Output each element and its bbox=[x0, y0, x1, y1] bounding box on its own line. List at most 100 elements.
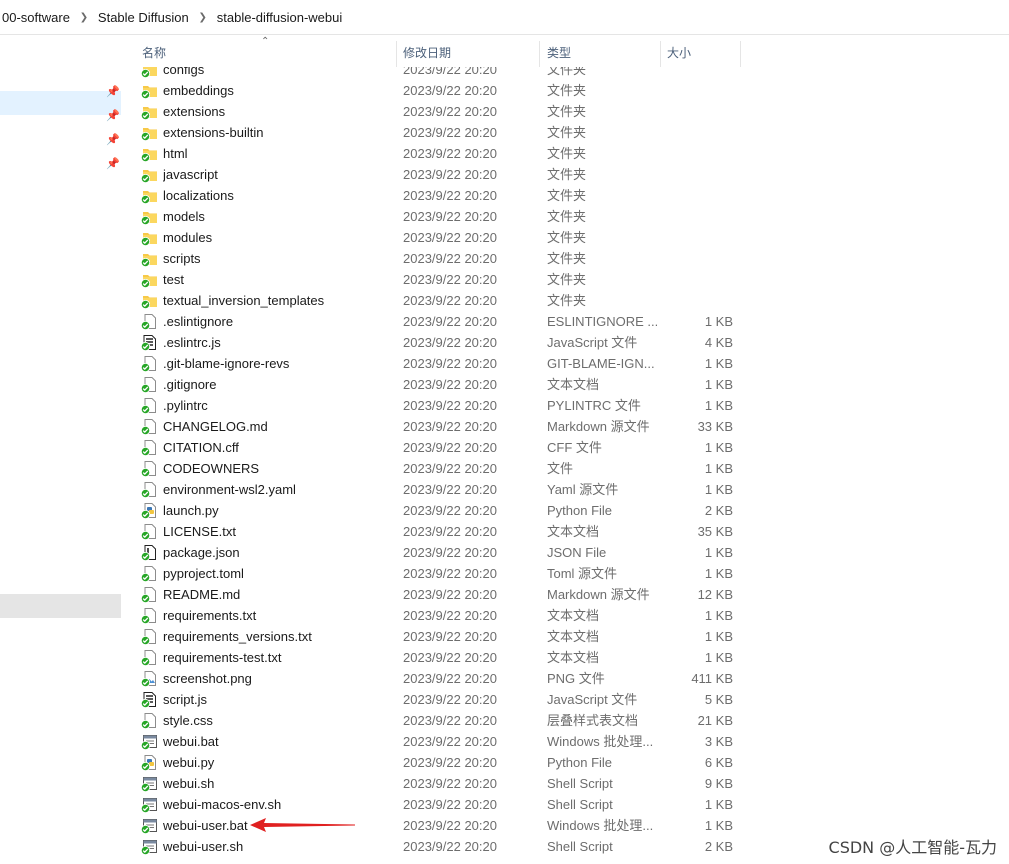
file-row[interactable]: textual_inversion_templates 2023/9/22 20:… bbox=[135, 290, 1009, 311]
file-size: 12 KB bbox=[697, 587, 733, 602]
nav-item-selected[interactable] bbox=[0, 91, 121, 115]
python-file-icon bbox=[141, 503, 157, 519]
file-modified-date: 2023/9/22 20:20 bbox=[403, 104, 497, 119]
file-modified-date: 2023/9/22 20:20 bbox=[403, 230, 497, 245]
file-row[interactable]: launch.py 2023/9/22 20:20 Python File 2 KB bbox=[135, 500, 1009, 521]
file-row[interactable]: configs 2023/9/22 20:20 文件夹 bbox=[135, 67, 1009, 80]
file-name: script.js bbox=[163, 692, 208, 707]
file-type: 文本文档 bbox=[547, 650, 600, 665]
file-row[interactable]: localizations 2023/9/22 20:20 文件夹 bbox=[135, 185, 1009, 206]
file-row[interactable]: extensions 2023/9/22 20:20 文件夹 bbox=[135, 101, 1009, 122]
breadcrumb-item-webui[interactable]: stable-diffusion-webui bbox=[213, 10, 347, 25]
file-icon bbox=[141, 461, 157, 477]
file-row[interactable]: environment-wsl2.yaml 2023/9/22 20:20 Yaml… bbox=[135, 479, 1009, 500]
column-date[interactable]: 修改日期 bbox=[403, 35, 451, 67]
file-size: 1 KB bbox=[704, 629, 733, 644]
file-type: Yaml 源文件 bbox=[547, 482, 619, 497]
file-row[interactable]: webui.py 2023/9/22 20:20 Python File 6 KB bbox=[135, 752, 1009, 773]
file-name: launch.py bbox=[163, 503, 219, 518]
file-row[interactable]: .eslintignore 2023/9/22 20:20 ESLINTIGNORE… bbox=[135, 311, 1009, 332]
file-type: PNG 文件 bbox=[547, 671, 605, 686]
file-row[interactable]: script.js 2023/9/22 20:20 JavaScript 文件 5 K… bbox=[135, 689, 1009, 710]
file-row[interactable]: extensions-builtin 2023/9/22 20:20 文件夹 bbox=[135, 122, 1009, 143]
column-divider[interactable] bbox=[539, 41, 540, 67]
file-type: 文本文档 bbox=[547, 629, 600, 644]
file-size: 1 KB bbox=[704, 461, 733, 476]
file-row[interactable]: README.md 2023/9/22 20:20 Markdown 源文件 12 K… bbox=[135, 584, 1009, 605]
file-row[interactable]: CHANGELOG.md 2023/9/22 20:20 Markdown 源文件 3… bbox=[135, 416, 1009, 437]
file-size: 1 KB bbox=[704, 545, 733, 560]
file-type: 文本文档 bbox=[547, 377, 600, 392]
file-type: 文本文档 bbox=[547, 608, 600, 623]
file-modified-date: 2023/9/22 20:20 bbox=[403, 818, 497, 833]
file-icon bbox=[141, 629, 157, 645]
file-size: 1 KB bbox=[704, 797, 733, 812]
file-size: 1 KB bbox=[704, 650, 733, 665]
file-modified-date: 2023/9/22 20:20 bbox=[403, 524, 497, 539]
file-name: extensions bbox=[163, 104, 226, 119]
file-size: 9 KB bbox=[704, 776, 733, 791]
file-type: 文件夹 bbox=[547, 67, 587, 77]
file-row[interactable]: CITATION.cff 2023/9/22 20:20 CFF 文件 1 KB bbox=[135, 437, 1009, 458]
folder-icon bbox=[141, 230, 157, 246]
file-name: webui-user.sh bbox=[163, 839, 244, 854]
file-type: 文件夹 bbox=[547, 125, 587, 140]
file-modified-date: 2023/9/22 20:20 bbox=[403, 377, 497, 392]
column-divider[interactable] bbox=[740, 41, 741, 67]
nav-item-hovered[interactable] bbox=[0, 594, 121, 618]
file-name: pyproject.toml bbox=[163, 566, 244, 581]
pin-icon: 📌 bbox=[106, 158, 120, 170]
file-modified-date: 2023/9/22 20:20 bbox=[403, 713, 497, 728]
file-row[interactable]: requirements_versions.txt 2023/9/22 20:20… bbox=[135, 626, 1009, 647]
file-row[interactable]: screenshot.png 2023/9/22 20:20 PNG 文件 411 K… bbox=[135, 668, 1009, 689]
file-row[interactable]: javascript 2023/9/22 20:20 文件夹 bbox=[135, 164, 1009, 185]
file-modified-date: 2023/9/22 20:20 bbox=[403, 188, 497, 203]
file-type: GIT-BLAME-IGN... bbox=[547, 356, 655, 371]
file-row[interactable]: CODEOWNERS 2023/9/22 20:20 文件 1 KB bbox=[135, 458, 1009, 479]
chevron-right-icon[interactable]: ❯ bbox=[74, 12, 94, 23]
file-type: 文件夹 bbox=[547, 146, 587, 161]
folder-icon bbox=[141, 272, 157, 288]
column-type[interactable]: 类型 bbox=[547, 35, 571, 67]
file-type: Toml 源文件 bbox=[547, 566, 618, 581]
file-type: Markdown 源文件 bbox=[547, 587, 650, 602]
file-modified-date: 2023/9/22 20:20 bbox=[403, 545, 497, 560]
file-name: test bbox=[163, 272, 184, 287]
json-file-icon bbox=[141, 545, 157, 561]
file-row[interactable]: requirements-test.txt 2023/9/22 20:20 文本文档… bbox=[135, 647, 1009, 668]
file-type: 文本文档 bbox=[547, 524, 600, 539]
file-row[interactable]: test 2023/9/22 20:20 文件夹 bbox=[135, 269, 1009, 290]
file-row[interactable]: scripts 2023/9/22 20:20 文件夹 bbox=[135, 248, 1009, 269]
column-divider[interactable] bbox=[660, 41, 661, 67]
file-row[interactable]: webui.sh 2023/9/22 20:20 Shell Script 9 KB bbox=[135, 773, 1009, 794]
file-name: extensions-builtin bbox=[163, 125, 264, 140]
file-type: Markdown 源文件 bbox=[547, 419, 650, 434]
file-row[interactable]: LICENSE.txt 2023/9/22 20:20 文本文档 35 KB bbox=[135, 521, 1009, 542]
file-size: 21 KB bbox=[697, 713, 733, 728]
chevron-right-icon[interactable]: ❯ bbox=[193, 12, 213, 23]
pin-icon: 📌 bbox=[106, 134, 120, 146]
batch-file-icon bbox=[141, 734, 157, 750]
file-row[interactable]: modules 2023/9/22 20:20 文件夹 bbox=[135, 227, 1009, 248]
file-row[interactable]: models 2023/9/22 20:20 文件夹 bbox=[135, 206, 1009, 227]
file-row[interactable]: .pylintrc 2023/9/22 20:20 PYLINTRC 文件 1 KB bbox=[135, 395, 1009, 416]
breadcrumb-item-stable-diffusion[interactable]: Stable Diffusion bbox=[94, 10, 193, 25]
file-row[interactable]: package.json 2023/9/22 20:20 JSON File 1 KB bbox=[135, 542, 1009, 563]
file-type: 文件夹 bbox=[547, 272, 587, 287]
file-type: 文件夹 bbox=[547, 251, 587, 266]
breadcrumb-item-software[interactable]: 00-software bbox=[0, 10, 74, 25]
file-row[interactable]: .git-blame-ignore-revs 2023/9/22 20:20 GIT… bbox=[135, 353, 1009, 374]
file-row[interactable]: html 2023/9/22 20:20 文件夹 bbox=[135, 143, 1009, 164]
file-name: javascript bbox=[163, 167, 218, 182]
file-row[interactable]: .eslintrc.js 2023/9/22 20:20 JavaScript 文件… bbox=[135, 332, 1009, 353]
file-row[interactable]: requirements.txt 2023/9/22 20:20 文本文档 1 KB bbox=[135, 605, 1009, 626]
file-row[interactable]: embeddings 2023/9/22 20:20 文件夹 bbox=[135, 80, 1009, 101]
column-size[interactable]: 大小 bbox=[667, 35, 691, 67]
column-divider[interactable] bbox=[396, 41, 397, 67]
column-name[interactable]: 名称 bbox=[142, 35, 166, 67]
file-row[interactable]: pyproject.toml 2023/9/22 20:20 Toml 源文件 1 K… bbox=[135, 563, 1009, 584]
file-row[interactable]: style.css 2023/9/22 20:20 层叠样式表文档 21 KB bbox=[135, 710, 1009, 731]
file-row[interactable]: webui.bat 2023/9/22 20:20 Windows 批处理... 3 … bbox=[135, 731, 1009, 752]
file-row[interactable]: webui-macos-env.sh 2023/9/22 20:20 Shell S… bbox=[135, 794, 1009, 815]
file-row[interactable]: .gitignore 2023/9/22 20:20 文本文档 1 KB bbox=[135, 374, 1009, 395]
